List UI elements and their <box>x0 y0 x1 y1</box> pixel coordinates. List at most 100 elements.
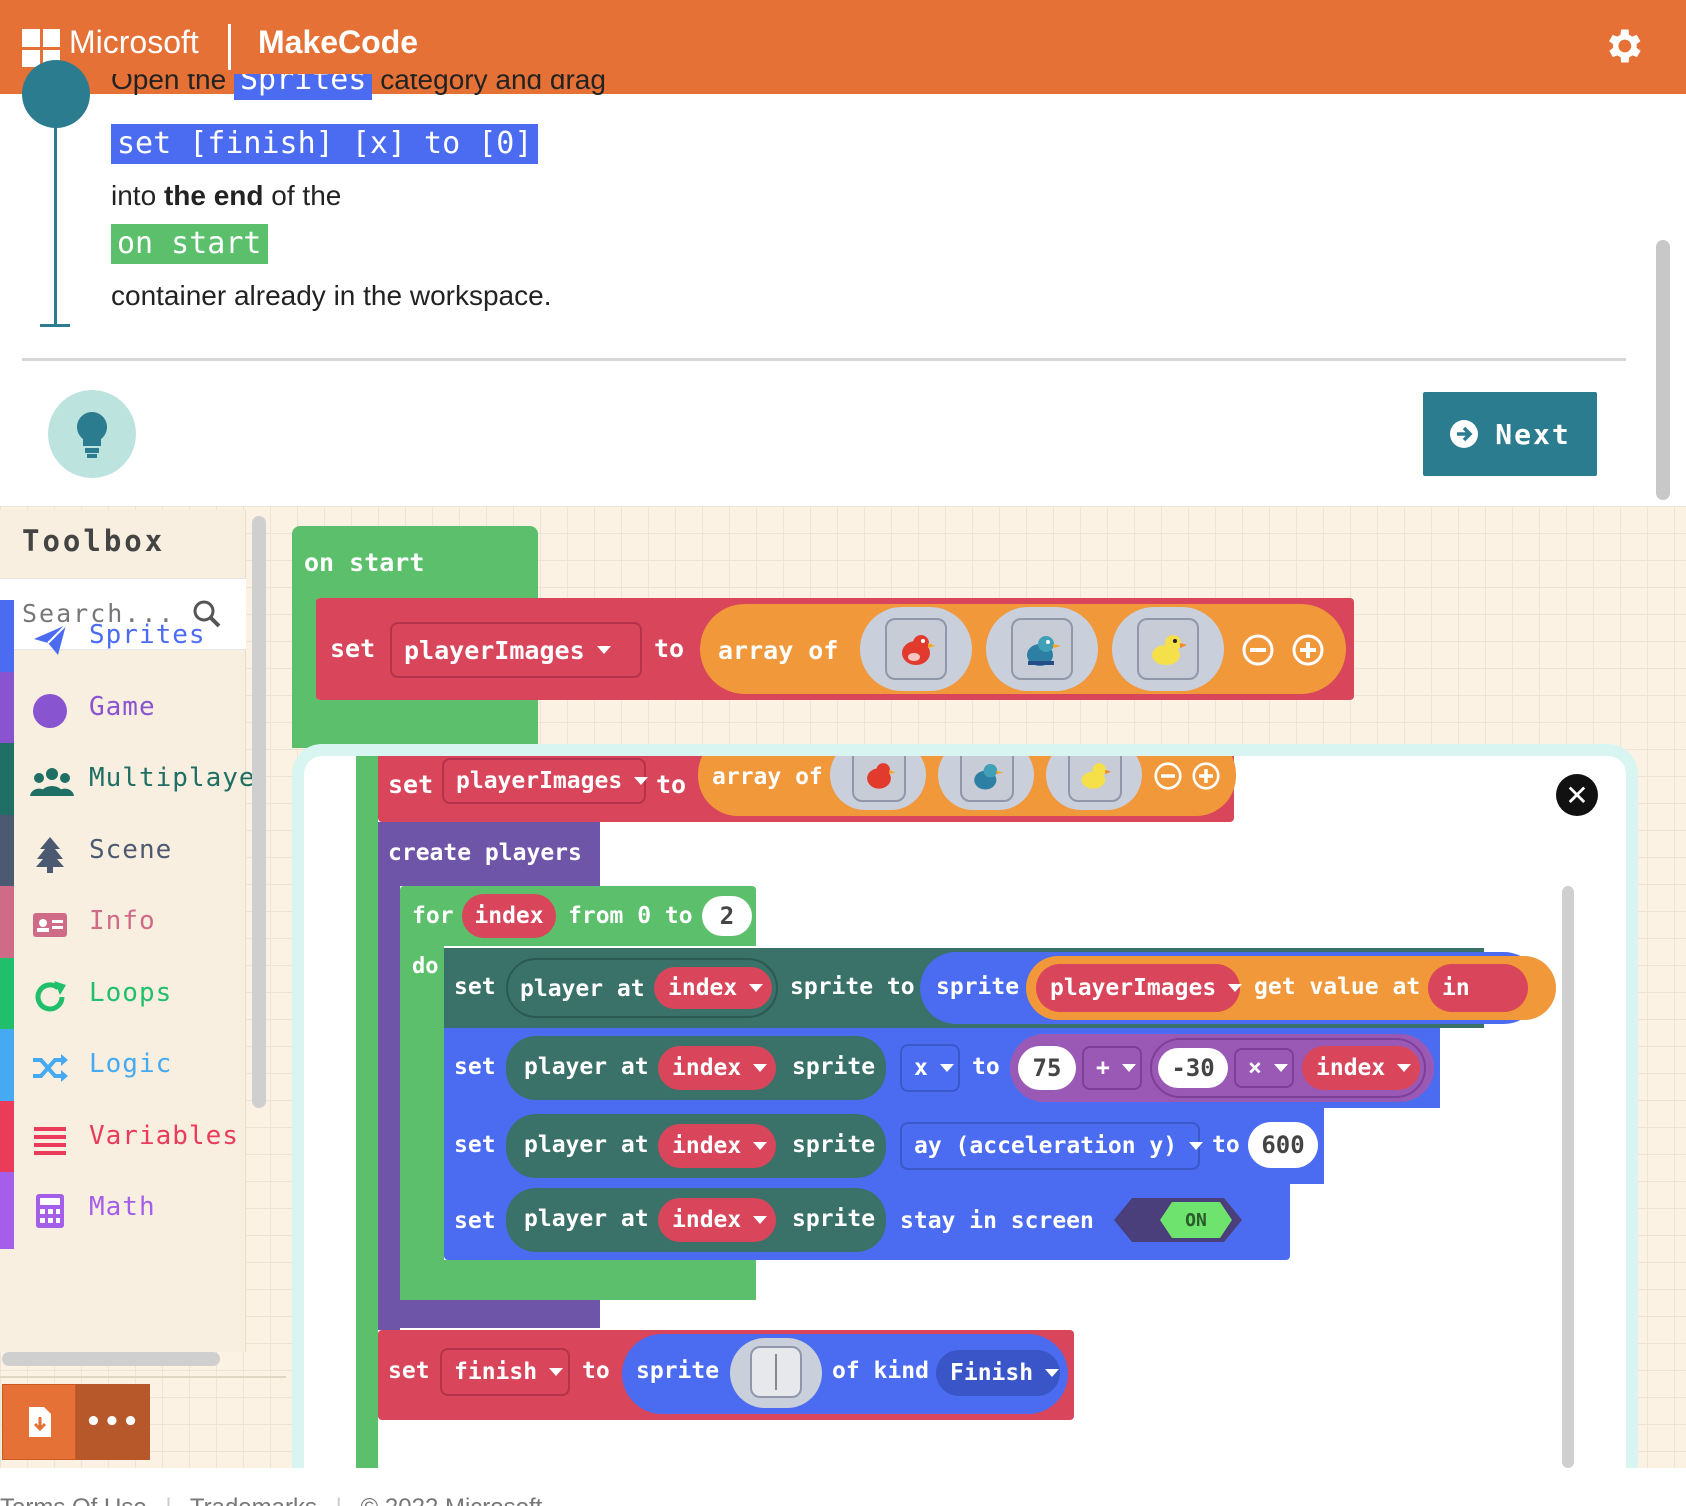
array-of-label: array of <box>718 636 839 665</box>
category-color-bar <box>0 743 14 820</box>
category-color-bar <box>0 886 14 963</box>
more-options-button[interactable]: ••• <box>76 1384 150 1460</box>
set-keyword: set <box>454 1054 496 1080</box>
toolbox-category-sprites[interactable]: Sprites <box>0 600 246 677</box>
toolbox-category-info[interactable]: Info <box>0 886 246 963</box>
player-at-block[interactable]: player at index <box>506 958 778 1018</box>
variable-dropdown[interactable]: playerImages <box>390 622 642 678</box>
download-file-icon <box>29 1407 51 1437</box>
sprite-of-kind-block[interactable]: sprite of kind Finish <box>622 1334 1068 1414</box>
toolbox-horizontal-scrollbar[interactable] <box>2 1352 220 1366</box>
toolbox-category-scene[interactable]: Scene <box>0 814 246 892</box>
toolbox-category-multiplaye[interactable]: Multiplaye: <box>0 743 271 820</box>
tutorial-scrollbar[interactable] <box>1656 240 1670 500</box>
chevron-down-icon <box>1228 984 1243 992</box>
array-of-block[interactable]: array of <box>698 756 1236 816</box>
tutorial-text: of the <box>271 180 342 211</box>
on-start-block[interactable]: on start <box>292 526 538 598</box>
player-at-sprite-block[interactable]: player at index sprite <box>506 1188 886 1252</box>
toolbox-category-math[interactable]: Math <box>0 1172 246 1249</box>
id-card-icon <box>30 905 70 945</box>
index-dropdown[interactable]: index <box>654 967 772 1009</box>
toolbox-category-logic[interactable]: Logic <box>0 1029 246 1106</box>
image-slot[interactable] <box>1046 756 1142 810</box>
terms-link[interactable]: Terms Of Use <box>0 1494 147 1506</box>
product-name[interactable]: MakeCode <box>258 24 418 61</box>
refresh-icon <box>30 977 70 1017</box>
chevron-down-icon <box>634 777 649 785</box>
get-value-block[interactable]: playerImages get value at in <box>1026 956 1556 1020</box>
plus-circle-icon[interactable] <box>1192 762 1220 790</box>
loop-end-value[interactable]: 2 <box>702 896 752 936</box>
toolbox-category-game[interactable]: Game <box>0 671 246 749</box>
ay-value[interactable]: 600 <box>1248 1122 1318 1168</box>
times-operator-dropdown[interactable]: × <box>1234 1048 1294 1088</box>
minus-circle-icon[interactable] <box>1154 762 1182 790</box>
multiplier-value[interactable]: -30 <box>1158 1048 1228 1088</box>
to-keyword: to <box>656 770 687 799</box>
next-button[interactable]: Next <box>1423 392 1597 476</box>
chevron-down-icon <box>1273 1064 1288 1072</box>
hint-button[interactable] <box>48 390 136 478</box>
multiply-expression-block[interactable]: -30 × index <box>1150 1038 1426 1098</box>
toolbox-category-loops[interactable]: Loops <box>0 957 246 1035</box>
sprite-keyword: sprite <box>792 1054 876 1080</box>
plus-operator-dropdown[interactable]: + <box>1082 1046 1142 1090</box>
set-finish-block[interactable]: set finish to sprite of kind Finish <box>378 1330 1074 1420</box>
of-kind-label: of kind <box>832 1358 929 1384</box>
on-start-block-bottom <box>292 700 538 748</box>
category-color-bar <box>0 957 14 1035</box>
player-at-sprite-block[interactable]: player at index sprite <box>506 1114 886 1178</box>
variable-dropdown[interactable]: playerImages <box>442 758 649 804</box>
array-of-block[interactable]: array of <box>700 604 1346 694</box>
set-player-sprite-block[interactable]: set player at index sprite to sprite pla… <box>444 948 1556 1028</box>
image-slot[interactable] <box>830 756 926 810</box>
set-keyword: set <box>454 1208 496 1234</box>
image-slot[interactable] <box>860 607 972 691</box>
create-players-block[interactable]: create players <box>378 822 600 886</box>
index-dropdown[interactable]: index <box>658 1046 776 1090</box>
toolbox-category-variables[interactable]: Variables <box>0 1100 246 1178</box>
property-dropdown[interactable]: ay (acceleration y) <box>900 1122 1204 1170</box>
kind-dropdown[interactable]: Finish <box>936 1350 1060 1396</box>
image-slot[interactable] <box>730 1338 822 1408</box>
toolbox-divider <box>0 1376 286 1378</box>
set-player-images-block[interactable]: set playerImages to array of <box>316 598 1354 700</box>
toggle-switch[interactable]: ON <box>1114 1198 1242 1242</box>
chevron-down-icon <box>1121 1064 1136 1072</box>
step-line <box>54 94 57 324</box>
index-dropdown[interactable]: index <box>658 1198 776 1242</box>
next-label: Next <box>1495 417 1571 451</box>
add-expression-block[interactable]: 75 + -30 × index <box>1010 1034 1434 1102</box>
close-icon[interactable]: ✕ <box>1556 774 1598 816</box>
image-slot[interactable] <box>1112 607 1224 691</box>
category-label: Scene <box>89 834 173 865</box>
trademarks-link[interactable]: Trademarks <box>190 1494 317 1506</box>
plus-circle-icon[interactable] <box>1292 634 1324 666</box>
set-stay-in-screen-block[interactable]: set player at index sprite stay in scree… <box>444 1184 1290 1260</box>
download-button[interactable] <box>2 1384 76 1460</box>
player-at-sprite-block[interactable]: player at index sprite <box>506 1036 886 1100</box>
x-value[interactable]: 75 <box>1018 1046 1076 1090</box>
for-loop-block[interactable]: for index from 0 to 2 <box>400 886 756 946</box>
toolbox-scrollbar[interactable] <box>252 516 266 1108</box>
sprite-create-block[interactable]: sprite playerImages get value at in <box>920 952 1556 1024</box>
image-slot[interactable] <box>986 607 1098 691</box>
minus-circle-icon[interactable] <box>1242 634 1274 666</box>
index-dropdown[interactable]: in <box>1428 964 1528 1012</box>
gear-icon[interactable] <box>1601 24 1645 68</box>
variable-dropdown[interactable]: finish <box>440 1348 570 1396</box>
hint-popup-scrollbar[interactable] <box>1562 886 1574 1468</box>
index-dropdown[interactable]: index <box>1302 1046 1420 1090</box>
property-dropdown[interactable]: x <box>900 1044 960 1092</box>
set-sprite-x-block[interactable]: set player at index sprite x to 75 + -30… <box>444 1028 1440 1108</box>
image-slot[interactable] <box>938 756 1034 810</box>
player-images-dropdown[interactable]: playerImages <box>1036 964 1243 1012</box>
index-variable[interactable]: index <box>462 894 556 938</box>
index-dropdown[interactable]: index <box>658 1124 776 1168</box>
set-sprite-ay-block[interactable]: set player at index sprite ay (accelerat… <box>444 1108 1324 1184</box>
tutorial-text: Open the <box>111 74 227 95</box>
set-keyword: set <box>388 770 434 799</box>
to-keyword: to <box>654 634 685 663</box>
set-player-images-block[interactable]: set playerImages to array of <box>378 756 1236 822</box>
